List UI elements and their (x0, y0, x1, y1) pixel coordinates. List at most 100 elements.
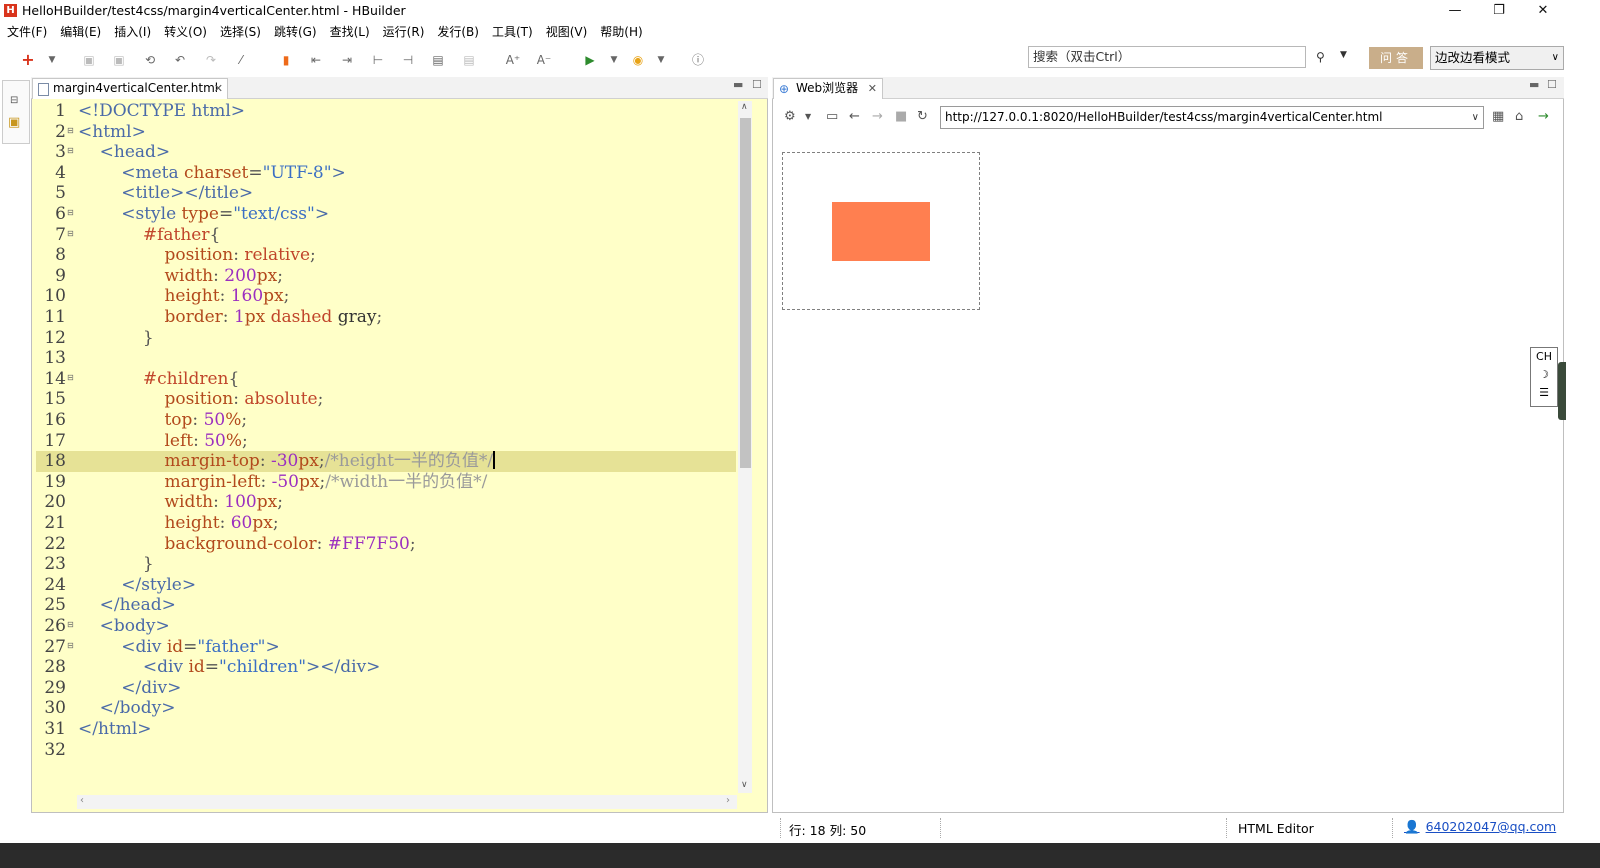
menu-item[interactable]: 运行(R) (376, 22, 431, 42)
code-line[interactable]: 15 position: absolute; (36, 389, 736, 410)
qr-code-icon[interactable]: ▦ (1492, 109, 1504, 125)
restore-icon[interactable]: ⊟ (10, 95, 18, 106)
menu-item[interactable]: 文件(F) (0, 22, 53, 42)
format-icon[interactable]: ⁄ (233, 52, 249, 68)
chevron-down-icon[interactable]: ∨ (1472, 107, 1479, 128)
maximize-button[interactable]: ❐ (1476, 0, 1522, 22)
minimize-panel-icon[interactable]: ▬ (733, 78, 743, 91)
console-icon[interactable]: ▭ (826, 109, 838, 125)
back-arrow-icon[interactable]: ← (849, 109, 860, 125)
code-line[interactable]: 11 border: 1px dashed gray; (36, 307, 736, 328)
browser-dropdown-icon[interactable]: ▼ (653, 52, 669, 68)
stop-icon[interactable]: ■ (895, 109, 907, 125)
revert-icon[interactable]: ⟲ (142, 52, 158, 68)
save-all-icon[interactable]: ▣ (111, 52, 127, 68)
browser-tab[interactable]: ⊕ Web浏览器 ✕ (773, 78, 883, 99)
save-icon[interactable]: ▣ (81, 52, 97, 68)
scroll-left-icon[interactable]: ‹ (80, 795, 84, 806)
code-line[interactable]: 28 <div id="children"></div> (36, 657, 736, 678)
run-dropdown-icon[interactable]: ▼ (606, 52, 622, 68)
next-bookmark-icon[interactable]: ⇥ (339, 52, 355, 68)
code-line[interactable]: 31 </html> (36, 719, 736, 740)
font-increase-icon[interactable]: A⁺ (505, 52, 521, 68)
uncomment-icon[interactable]: ▤ (461, 52, 477, 68)
code-line[interactable]: 29 </div> (36, 678, 736, 699)
ime-lang-label[interactable]: CH (1531, 348, 1557, 366)
code-line[interactable]: 18 margin-top: -30px;/*height一半的负值*/ (36, 451, 736, 472)
new-file-icon[interactable]: + (20, 52, 36, 68)
forward-arrow-icon[interactable]: → (872, 109, 883, 125)
search-input[interactable]: 搜索（双击Ctrl） (1028, 46, 1306, 68)
code-line[interactable]: 26 ⊟ <body> (36, 616, 736, 637)
code-line[interactable]: 2 ⊟ <html> (36, 122, 736, 143)
search-dropdown-icon[interactable]: ▼ (1340, 50, 1347, 60)
code-line[interactable]: 4 <meta charset="UTF-8"> (36, 163, 736, 184)
refresh-icon[interactable]: ↻ (917, 109, 928, 125)
indent-left-icon[interactable]: ⊢ (370, 52, 386, 68)
info-icon[interactable]: ⓘ (690, 52, 706, 68)
code-line[interactable]: 19 margin-left: -50px;/*width一半的负值*/ (36, 472, 736, 493)
code-line[interactable]: 14 ⊟ #children{ (36, 369, 736, 390)
code-line[interactable]: 24 </style> (36, 575, 736, 596)
menu-item[interactable]: 发行(B) (430, 22, 485, 42)
scroll-down-icon[interactable]: ∨ (741, 780, 748, 790)
user-account-link[interactable]: 👤 640202047@qq.com (1404, 819, 1556, 835)
project-explorer-icon[interactable]: ▣ (8, 115, 20, 130)
menu-item[interactable]: 工具(T) (485, 22, 539, 42)
lock-icon[interactable]: ⌂ (1515, 109, 1523, 125)
code-line[interactable]: 27 ⊟ <div id="father"> (36, 637, 736, 658)
new-dropdown-icon[interactable]: ▼ (44, 52, 60, 68)
close-tab-icon[interactable]: ✕ (214, 79, 223, 98)
code-line[interactable]: 25 </head> (36, 595, 736, 616)
code-line[interactable]: 5 <title></title> (36, 183, 736, 204)
menu-item[interactable]: 跳转(G) (267, 22, 323, 42)
maximize-panel-icon[interactable]: ☐ (752, 78, 762, 91)
code-line[interactable]: 22 background-color: #FF7F50; (36, 534, 736, 555)
code-line[interactable]: 1 <!DOCTYPE html> (36, 101, 736, 122)
code-line[interactable]: 21 height: 60px; (36, 513, 736, 534)
fold-toggle-icon[interactable]: ⊟ (67, 641, 74, 650)
code-line[interactable]: 12 } (36, 328, 736, 349)
fold-toggle-icon[interactable]: ⊟ (67, 373, 74, 382)
code-line[interactable]: 9 width: 200px; (36, 266, 736, 287)
comment-icon[interactable]: ▤ (430, 52, 446, 68)
menu-item[interactable]: 帮助(H) (593, 22, 648, 42)
menu-item[interactable]: 插入(I) (107, 22, 157, 42)
close-tab-icon[interactable]: ✕ (868, 79, 877, 98)
go-arrow-icon[interactable]: → (1538, 109, 1549, 125)
fold-toggle-icon[interactable]: ⊟ (67, 209, 74, 217)
code-line[interactable]: 10 height: 160px; (36, 286, 736, 307)
close-window-button[interactable]: ✕ (1520, 0, 1566, 22)
horizontal-scrollbar[interactable] (77, 795, 737, 809)
ime-side-tab[interactable] (1558, 362, 1566, 420)
ime-menu-icon[interactable]: ☰ (1531, 384, 1557, 402)
fold-toggle-icon[interactable]: ⊟ (67, 126, 74, 135)
indent-right-icon[interactable]: ⊣ (400, 52, 416, 68)
code-line[interactable]: 13 (36, 348, 736, 369)
moon-icon[interactable]: ☽ (1531, 366, 1557, 384)
menu-item[interactable]: 转义(O) (157, 22, 213, 42)
chrome-icon[interactable]: ◉ (630, 52, 646, 68)
settings-dropdown-icon[interactable]: ▼ (805, 109, 811, 125)
menu-item[interactable]: 编辑(E) (53, 22, 107, 42)
redo-icon[interactable]: ↷ (203, 52, 219, 68)
scroll-right-icon[interactable]: › (726, 795, 730, 806)
code-line[interactable]: 16 top: 50%; (36, 410, 736, 431)
menu-item[interactable]: 视图(V) (539, 22, 594, 42)
run-icon[interactable]: ▶ (582, 52, 598, 68)
menu-item[interactable]: 选择(S) (213, 22, 267, 42)
vertical-scroll-thumb[interactable] (740, 118, 751, 468)
editor-file-tab[interactable]: margin4verticalCenter.html ✕ (32, 78, 228, 99)
bookmark-icon[interactable]: ▮ (278, 52, 294, 68)
minimize-button[interactable]: — (1432, 0, 1478, 22)
fold-toggle-icon[interactable]: ⊟ (67, 621, 74, 629)
user-email[interactable]: 640202047@qq.com (1426, 819, 1557, 834)
code-line[interactable]: 17 left: 50%; (36, 431, 736, 452)
code-line[interactable]: 8 position: relative; (36, 245, 736, 266)
maximize-panel-icon[interactable]: ☐ (1547, 78, 1557, 91)
url-input[interactable]: http://127.0.0.1:8020/HelloHBuilder/test… (940, 106, 1484, 129)
scroll-up-icon[interactable]: ∧ (741, 102, 748, 112)
code-line[interactable]: 23 } (36, 554, 736, 575)
fold-toggle-icon[interactable]: ⊟ (67, 229, 74, 238)
menu-item[interactable]: 查找(L) (323, 22, 376, 42)
